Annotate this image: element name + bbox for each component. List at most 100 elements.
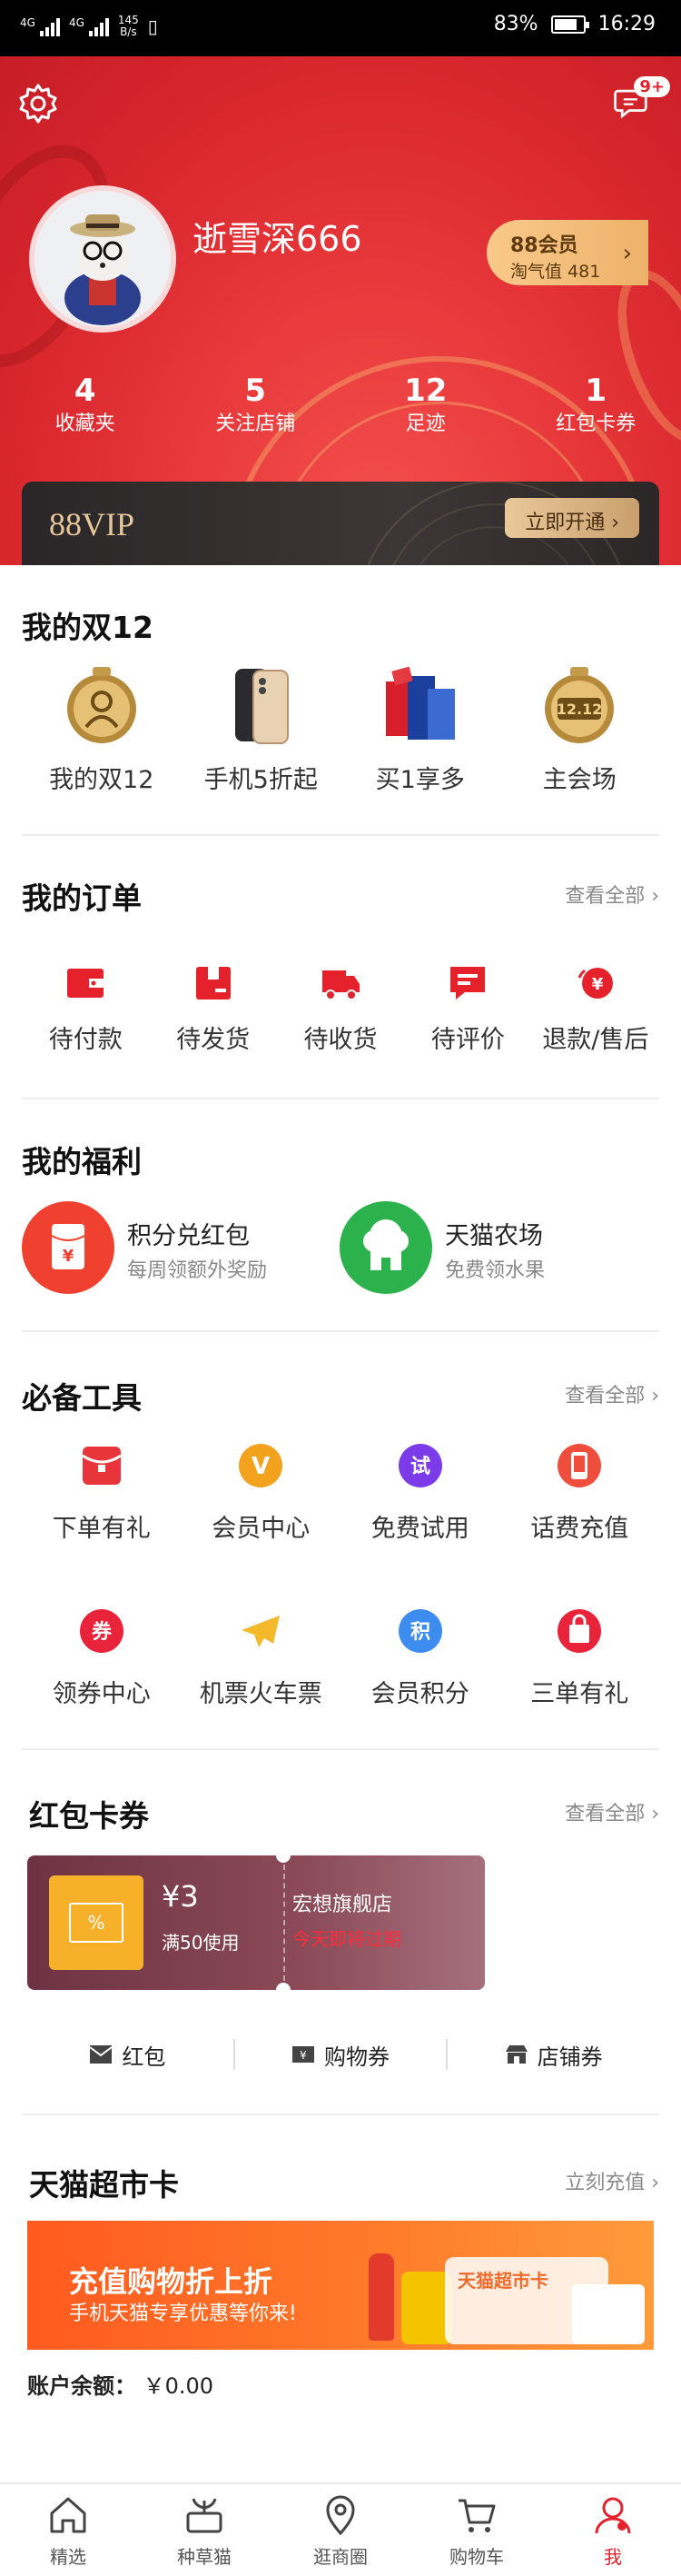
coupon-icon: 券 [79, 1609, 123, 1653]
double12-grid: 我的双12 手机5折起 买1享多 12.12 主会场 [22, 661, 659, 795]
double12-item-buy1[interactable]: 买1享多 [340, 661, 500, 795]
plane-icon [242, 1616, 281, 1647]
home-icon [50, 2497, 86, 2533]
voucher-icon: ¥ [292, 2046, 314, 2063]
double12-section: 我的双12 [22, 603, 659, 647]
battery-icon [550, 15, 589, 34]
order-pending-payment[interactable]: 待付款 [22, 963, 149, 1055]
shopping-bag-icon [558, 1609, 602, 1653]
stat-coupons[interactable]: 1 红包卡券 [511, 373, 681, 440]
divider [22, 1748, 659, 1750]
coupon-tab-shopping[interactable]: ¥ 购物券 [235, 2032, 447, 2077]
order-refund[interactable]: ¥ 退款/售后 [532, 963, 659, 1055]
username[interactable]: 逝雪深666 [192, 211, 362, 261]
orders-view-all[interactable]: 查看全部 › [565, 880, 659, 909]
tool-phone-recharge[interactable]: 话费充值 [500, 1443, 660, 1544]
location-icon [326, 2495, 355, 2536]
avatar[interactable] [29, 185, 176, 333]
88vip-logo: 88VIP [49, 506, 135, 542]
welfare-header: 我的福利 [22, 1138, 659, 1181]
cart-icon [459, 2499, 496, 2532]
account-balance: 账户余额： ￥0.00 [27, 2373, 214, 2399]
divider [22, 1330, 659, 1332]
wallet-icon [67, 969, 104, 998]
svg-text:12.12: 12.12 [557, 701, 603, 718]
phone-icon [235, 669, 290, 744]
divider [22, 1098, 659, 1099]
vip-open-button[interactable]: 立即开通 › [505, 498, 639, 538]
tools-header: 必备工具 查看全部 › [22, 1374, 659, 1417]
svg-text:积: 积 [410, 1621, 430, 1644]
coupon-tab-shop[interactable]: 店铺券 [448, 2032, 659, 2077]
farm-icon [340, 1201, 432, 1294]
welfare-list: ¥ 积分兑红包 每周领额外奖励 天猫农场 免费领水果 [22, 1201, 659, 1296]
battery-percent: 83% [493, 13, 538, 35]
order-pending-receive[interactable]: 待收货 [277, 963, 404, 1055]
coupon-condition: 满50使用 [162, 1932, 240, 1954]
tab-grass[interactable]: 种草猫 [136, 2484, 272, 2576]
order-pending-ship[interactable]: 待发货 [149, 963, 276, 1055]
tool-tickets[interactable]: 机票火车票 [182, 1608, 341, 1709]
medal-icon [66, 667, 136, 743]
stat-favorites[interactable]: 4 收藏夹 [0, 373, 171, 440]
message-button[interactable]: 9+ [614, 76, 670, 129]
svg-text:试: 试 [410, 1456, 430, 1478]
banner-title: 充值购物折上折 [69, 2264, 273, 2299]
coupons-header: 红包卡券 查看全部 › [22, 1792, 659, 1835]
order-pending-review[interactable]: 待评价 [404, 963, 531, 1055]
gift-pack-icon [385, 666, 455, 740]
double12-item-my[interactable]: 我的双12 [22, 661, 182, 795]
tool-three-orders[interactable]: 三单有礼 [500, 1608, 660, 1709]
comment-icon [450, 967, 486, 1000]
me-icon [595, 2497, 631, 2534]
grass-box-icon [186, 2498, 222, 2533]
store-icon [505, 2045, 528, 2064]
coupon-tab-redpack[interactable]: 红包 [22, 2032, 233, 2077]
double12-item-phone[interactable]: 手机5折起 [182, 661, 341, 795]
double12-title: 我的双12 [22, 610, 153, 645]
tab-me[interactable]: 我 [545, 2484, 681, 2576]
tools-title: 必备工具 [22, 1380, 142, 1416]
signal-icon: 4G [20, 16, 60, 36]
coupons-view-all[interactable]: 查看全部 › [565, 1797, 659, 1826]
tool-coupon-center[interactable]: 券 领券中心 [22, 1608, 182, 1709]
gift-envelope-icon [81, 1447, 122, 1485]
supermarket-header: 天猫超市卡 立刻充值 › [22, 2161, 659, 2204]
trial-icon: 试 [398, 1444, 442, 1487]
welfare-item-points-redpack[interactable]: ¥ 积分兑红包 每周领额外奖励 [22, 1201, 331, 1296]
welfare-item-tmall-farm[interactable]: 天猫农场 免费领水果 [340, 1201, 648, 1296]
tab-district[interactable]: 逛商圈 [272, 2484, 409, 2576]
product-tissue-icon [572, 2284, 645, 2344]
stat-followed-shops[interactable]: 5 关注店铺 [171, 373, 341, 440]
tab-home[interactable]: 精选 [0, 2484, 136, 2576]
red-envelope-icon: ¥ [22, 1201, 114, 1294]
welfare-title: 我的福利 [22, 1144, 142, 1179]
orders-header: 我的订单 查看全部 › [22, 874, 659, 918]
profile-header: 9+ 逝雪深666 88会员 淘气值 481 › 4 收藏夹 5 关注店铺 12… [0, 56, 681, 565]
vip-member-badge[interactable]: 88会员 淘气值 481 › [487, 220, 648, 285]
stat-footprints[interactable]: 12 足迹 [340, 373, 511, 440]
coupon-card[interactable]: % ¥3 满50使用 宏想旗舰店 今天即将过期 [27, 1855, 485, 1990]
svg-text:V: V [252, 1453, 270, 1480]
avatar-image [35, 191, 171, 327]
supermarket-recharge-link[interactable]: 立刻充值 › [565, 2166, 659, 2195]
tool-order-gift[interactable]: 下单有礼 [22, 1443, 182, 1544]
tool-free-trial[interactable]: 试 免费试用 [340, 1443, 500, 1544]
double12-item-main[interactable]: 12.12 主会场 [500, 661, 660, 795]
message-badge: 9+ [634, 76, 670, 97]
88vip-banner[interactable]: 88VIP 立即开通 › [22, 482, 659, 565]
status-bar: 4G 4G 145 B/s ▯ 83% 16:29 [0, 0, 681, 56]
tool-member-points[interactable]: 积 会员积分 [340, 1608, 500, 1709]
coupon-tabs: 红包 ¥ 购物券 店铺券 [22, 2032, 659, 2077]
svg-text:¥: ¥ [300, 2049, 307, 2062]
supermarket-banner[interactable]: 充值购物折上折 手机天猫专享优惠等你来! 天猫超市卡 [27, 2221, 654, 2350]
tool-member-center[interactable]: V 会员中心 [182, 1443, 341, 1544]
mobile-recharge-icon [558, 1444, 602, 1487]
coupon-shop-name: 宏想旗舰店 [292, 1894, 393, 1916]
truck-icon [322, 970, 360, 1000]
svg-text:¥: ¥ [592, 975, 604, 994]
tab-cart[interactable]: 购物车 [409, 2484, 545, 2576]
settings-gear-icon[interactable] [16, 82, 60, 125]
tools-view-all[interactable]: 查看全部 › [565, 1379, 659, 1408]
refund-icon: ¥ [577, 968, 613, 999]
